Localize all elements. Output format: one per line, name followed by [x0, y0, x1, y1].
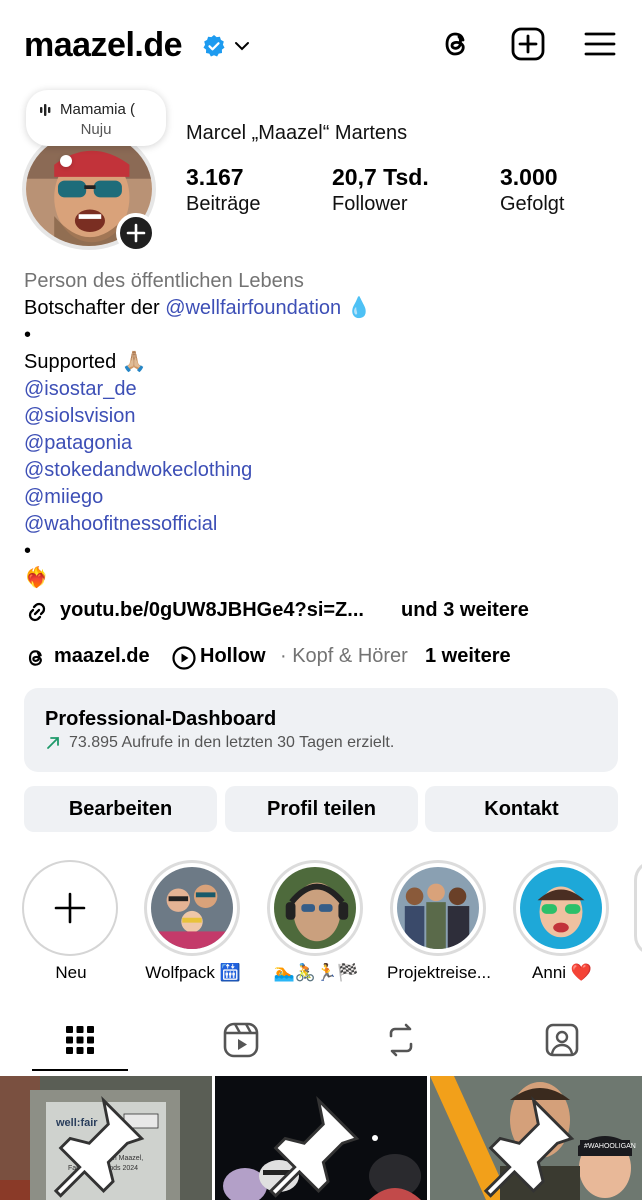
highlight-new[interactable]: Neu [22, 860, 120, 982]
highlight-ring [267, 860, 363, 956]
link-icon [28, 602, 46, 622]
pin-icon [268, 1095, 360, 1198]
dashboard-title: Professional-Dashboard [45, 708, 277, 730]
contact-button[interactable]: Kontakt [425, 786, 618, 832]
profile-username[interactable]: maazel.de [24, 26, 183, 65]
external-link-row[interactable]: youtu.be/0gUW8JBHGe4?si=Z... und 3 weite… [24, 598, 624, 626]
bio-supported: Supported 🙏🏼 [24, 351, 147, 373]
note-song-title: Mamamia ( [60, 101, 136, 118]
note-song-artist: Nuju [80, 121, 112, 138]
stat-posts[interactable]: 3.167 Beiträge [186, 164, 261, 216]
highlight-cover [151, 867, 233, 949]
threads-icon[interactable] [438, 26, 474, 62]
play-circle-icon [172, 646, 196, 670]
bio-category: Person des öffentlichen Lebens [24, 270, 304, 292]
music-title[interactable]: Hollow [200, 645, 266, 668]
bio-link-isostar[interactable]: @isostar_de [24, 376, 624, 403]
profile-full-name: Marcel „Maazel“ Martens [186, 122, 408, 144]
verified-badge-icon [203, 35, 225, 57]
highlight-partial[interactable] [634, 860, 642, 956]
post-thumbnail[interactable]: #WAHOOLIGAN [430, 1076, 642, 1200]
share-profile-button[interactable]: Profil teilen [225, 786, 418, 832]
highlight-wolfpack[interactable]: Wolfpack 🛗 [144, 860, 242, 982]
music-artist: · Kopf & Hörer [280, 645, 408, 667]
bio-link-miiego[interactable]: @miiego [24, 484, 624, 511]
threads-handle-link[interactable]: maazel.de [54, 645, 150, 668]
external-link-more[interactable]: und 3 weitere [401, 599, 529, 622]
highlight-cover [274, 867, 356, 949]
stat-following-label: Gefolgt [500, 193, 565, 215]
reposts-icon[interactable] [381, 1020, 421, 1060]
highlight-ring [513, 860, 609, 956]
create-post-icon[interactable] [510, 26, 546, 62]
bio-drop-emoji: 💧 [346, 297, 372, 319]
post-thumbnail[interactable] [215, 1076, 427, 1200]
chevron-down-icon[interactable] [234, 38, 250, 54]
highlight-label: Projektreise... [387, 963, 491, 982]
highlight-sports[interactable]: 🏊🚴🏃🏁 [267, 860, 365, 982]
highlight-projektreise[interactable]: Projektreise... [387, 860, 491, 982]
bio-ambassador-line: Botschafter der @wellfairfoundation 💧 [24, 295, 624, 322]
highlight-label: Anni ❤️ [532, 963, 592, 982]
music-more-link[interactable]: 1 weitere [425, 645, 511, 668]
highlight-ring [144, 860, 240, 956]
tagged-icon[interactable] [542, 1020, 582, 1060]
bio-link-wellfair[interactable]: @wellfairfoundation [165, 297, 341, 319]
pin-icon [53, 1095, 145, 1198]
bio-link-stokedandwoke[interactable]: @stokedandwokeclothing [24, 457, 624, 484]
stat-followers[interactable]: 20,7 Tsd. Follower [332, 164, 429, 216]
highlight-anni[interactable]: Anni ❤️ [513, 860, 611, 982]
highlight-ring [390, 860, 486, 956]
bio-link-patagonia[interactable]: @patagonia [24, 430, 624, 457]
add-story-button[interactable] [116, 213, 156, 253]
bio-heart-emoji: ❤️‍🔥 [24, 567, 49, 589]
bio-link-wahoo[interactable]: @wahoofitnessofficial [24, 511, 624, 538]
bio-separator: • [24, 324, 32, 346]
menu-icon[interactable] [582, 26, 618, 62]
note-bubble-tail [60, 155, 72, 167]
plus-icon [54, 892, 86, 924]
post-thumbnail[interactable]: well:fair With love from Maazel, Family … [0, 1076, 212, 1200]
edit-profile-button[interactable]: Bearbeiten [24, 786, 217, 832]
plus-icon [126, 223, 146, 243]
external-link-url[interactable]: youtu.be/0gUW8JBHGe4?si=Z... [60, 599, 364, 622]
professional-dashboard-card[interactable]: Professional-Dashboard 73.895 Aufrufe in… [24, 688, 618, 772]
bio-separator: • [24, 540, 32, 562]
stat-following-value: 3.000 [500, 164, 558, 190]
threads-icon [28, 650, 42, 666]
highlight-label: Wolfpack 🛗 [145, 963, 241, 982]
reels-icon[interactable] [221, 1020, 261, 1060]
stat-followers-value: 20,7 Tsd. [332, 164, 429, 190]
stat-followers-label: Follower [332, 193, 408, 215]
highlight-label: Neu [55, 963, 87, 982]
bio-ambassador-text: Botschafter der [24, 297, 166, 319]
highlight-new-circle [22, 860, 118, 956]
highlight-cover [520, 867, 602, 949]
highlight-cover [397, 867, 479, 949]
top-bar: maazel.de [0, 0, 642, 92]
threads-music-row: maazel.de Hollow · Kopf & Hörer 1 weiter… [24, 644, 624, 672]
pin-icon [483, 1095, 575, 1198]
profile-note[interactable]: Mamamia ( Nuju [26, 90, 166, 146]
active-tab-indicator [32, 1069, 128, 1071]
highlight-label: 🏊🚴🏃🏁 [273, 963, 359, 982]
stat-following[interactable]: 3.000 Gefolgt [500, 164, 564, 216]
stat-posts-value: 3.167 [186, 164, 244, 190]
trend-arrow-icon [47, 737, 59, 749]
stat-posts-label: Beiträge [186, 193, 261, 215]
bio-link-siolsvision[interactable]: @siolsvision [24, 403, 624, 430]
profile-bio: Person des öffentlichen Lebens Botschaft… [24, 268, 624, 592]
dashboard-subtitle: 73.895 Aufrufe in den letzten 30 Tagen e… [69, 734, 395, 751]
music-bars-icon [40, 104, 51, 116]
grid-icon[interactable] [60, 1020, 100, 1060]
